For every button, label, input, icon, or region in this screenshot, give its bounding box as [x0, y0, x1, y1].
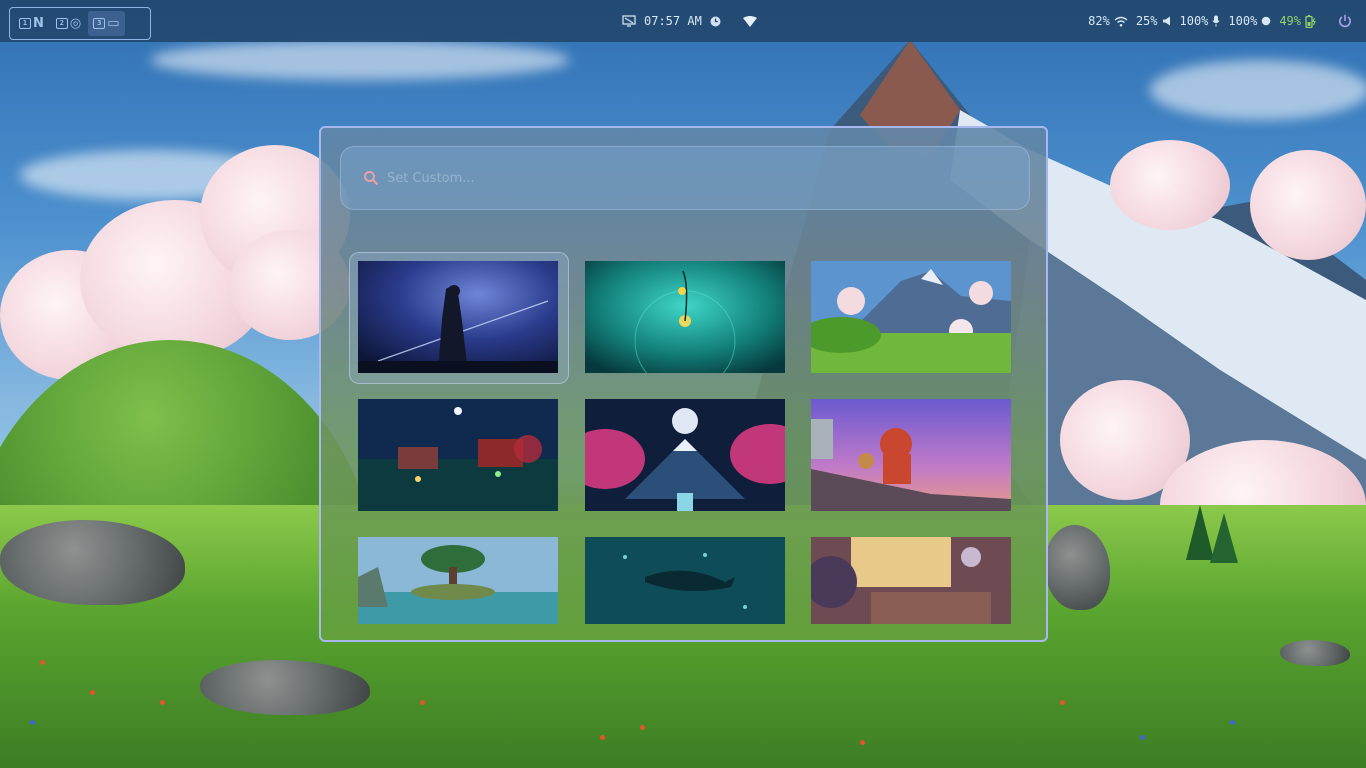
- battery-charging-icon: [1305, 14, 1316, 28]
- chrome-app-icon: ◎: [69, 16, 82, 31]
- clock-icon: [710, 16, 721, 27]
- workspace-3-button[interactable]: 3 ▭: [88, 11, 125, 36]
- microphone-icon: [1212, 15, 1221, 27]
- wallpaper-thumbnail-mountain-meadow[interactable]: [811, 261, 1011, 373]
- wallpaper-thumbnail-moon-mountain-blossoms[interactable]: [585, 399, 785, 511]
- wallpaper-thumbnail-floating-tree-island[interactable]: [358, 537, 558, 640]
- workspace-2-button[interactable]: 2 ◎: [51, 11, 86, 36]
- brightness-percent: 100%: [1228, 14, 1258, 28]
- notion-app-icon: N: [33, 16, 44, 31]
- battery-percent: 49%: [1279, 14, 1301, 28]
- brightness-status[interactable]: 100%: [1228, 14, 1271, 28]
- workspace-switcher: 1 N 2 ◎ 3 ▭: [9, 7, 151, 40]
- battery-status[interactable]: 49%: [1279, 14, 1316, 28]
- screen-share-icon[interactable]: [622, 15, 636, 27]
- search-icon: [363, 170, 379, 186]
- workspace-number: 1: [19, 18, 31, 29]
- mic-percent: 100%: [1179, 14, 1209, 28]
- wallpaper-picker: Set Custom...: [319, 126, 1048, 642]
- wallpaper-thumbnail-cozy-room-window[interactable]: [811, 537, 1011, 640]
- microphone-status[interactable]: 100%: [1180, 14, 1221, 28]
- workspace-1-button[interactable]: 1 N: [14, 11, 49, 36]
- search-placeholder: Set Custom...: [387, 170, 475, 186]
- wallpaper-thumbnail-starry-night-figure[interactable]: [349, 252, 569, 384]
- status-area: 82% 25% 100% 100% 49%: [1088, 0, 1352, 42]
- workspace-number: 2: [55, 18, 68, 29]
- clock-area: 07:57 AM: [622, 0, 757, 42]
- speaker-icon: [1162, 16, 1172, 26]
- wifi-signal-icon: [1114, 16, 1128, 27]
- wallpaper-thumbnail-underwater-lantern[interactable]: [585, 261, 785, 373]
- clock-time[interactable]: 07:57 AM: [644, 14, 702, 28]
- wallpaper-thumbnail-rooftop-sunset-character[interactable]: [811, 399, 1011, 511]
- volume-percent: 25%: [1135, 14, 1158, 28]
- volume-status[interactable]: 25%: [1136, 14, 1172, 28]
- wallpaper-thumbnail-night-garden-temple[interactable]: [358, 399, 558, 511]
- power-icon[interactable]: [1338, 14, 1352, 28]
- top-bar: 1 N 2 ◎ 3 ▭ 07:57 AM 82% 25% 100% 100% 4…: [0, 0, 1366, 42]
- window-app-icon: ▭: [107, 16, 120, 31]
- workspace-number: 3: [93, 18, 106, 29]
- wifi-icon[interactable]: [742, 15, 757, 27]
- wallpaper-thumbnail-underwater-whale[interactable]: [585, 537, 785, 640]
- brightness-icon: [1261, 16, 1271, 26]
- network-status[interactable]: 82%: [1088, 14, 1128, 28]
- network-percent: 82%: [1088, 14, 1110, 28]
- search-input[interactable]: Set Custom...: [340, 146, 1030, 210]
